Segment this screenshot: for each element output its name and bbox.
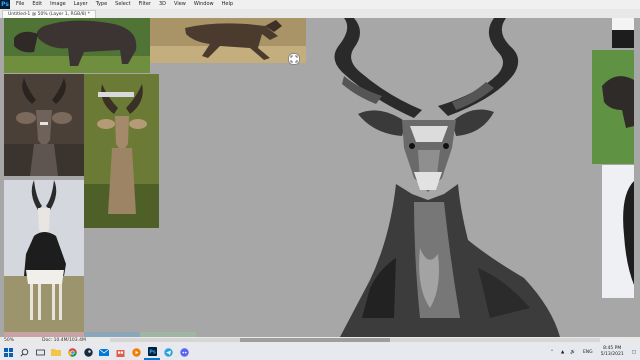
menu-bar: Ps File Edit Image Layer Type Select Fil… [0, 0, 640, 9]
notifications-icon[interactable]: □ [632, 350, 636, 355]
horizontal-scrollbar[interactable] [110, 338, 600, 342]
reference-photo-blackbuck[interactable] [4, 180, 84, 332]
menu-edit[interactable]: Edit [28, 0, 46, 9]
tray-overflow-icon[interactable]: ⌃ [550, 350, 554, 355]
task-view-icon[interactable] [32, 344, 48, 360]
kudu-standing-image [84, 74, 159, 228]
zoom-level[interactable]: 50% [4, 338, 14, 343]
reference-photo-kudu-portrait[interactable] [4, 74, 84, 176]
clock-date: 5/13/2021 [600, 352, 624, 357]
media-icon[interactable] [128, 344, 144, 360]
right-white-animal-image [602, 165, 634, 298]
svg-text:Ps: Ps [149, 349, 156, 355]
clock[interactable]: 8:45 PM 5/13/2021 [601, 346, 624, 358]
photoshop-logo: Ps [0, 0, 10, 9]
reference-photo-buffalo[interactable] [4, 18, 150, 73]
search-icon[interactable] [16, 344, 32, 360]
menu-window[interactable]: Window [190, 0, 218, 9]
menu-3d[interactable]: 3D [155, 0, 170, 9]
kudu-sketch [334, 18, 560, 337]
blackbuck-image [4, 180, 84, 332]
menu-help[interactable]: Help [218, 0, 237, 9]
windows-logo-icon[interactable] [0, 344, 16, 360]
system-tray: ⌃ ▲ 🔊 ENG 8:45 PM 5/13/2021 □ [546, 344, 640, 360]
steam-icon[interactable] [80, 344, 96, 360]
photo-caption-tag [98, 92, 134, 97]
buffalo-image [4, 18, 150, 73]
reference-photo-right-green[interactable] [592, 50, 634, 164]
reference-photo-right-white[interactable] [602, 165, 634, 298]
network-icon[interactable]: ▲ [561, 350, 564, 355]
file-explorer-icon[interactable] [48, 344, 64, 360]
menu-type[interactable]: Type [92, 0, 111, 9]
fullscreen-icon [290, 55, 298, 63]
menu-layer[interactable]: Layer [70, 0, 92, 9]
running-antelope-image [150, 18, 306, 63]
document-size: Doc: 10.4M/103.4M [42, 338, 86, 343]
menu-image[interactable]: Image [46, 0, 70, 9]
taskbar: Ps ⌃ ▲ 🔊 ENG 8:45 PM 5/13/2021 □ [0, 344, 640, 360]
canvas[interactable] [0, 18, 640, 337]
kudu-portrait-image [4, 74, 84, 176]
menu-view[interactable]: View [170, 0, 190, 9]
menu-select[interactable]: Select [111, 0, 134, 9]
reference-photo-running-antelope[interactable] [150, 18, 306, 63]
menu-file[interactable]: File [12, 0, 28, 9]
telegram-icon[interactable] [160, 344, 176, 360]
chrome-icon[interactable] [64, 344, 80, 360]
right-green-animal-image [592, 50, 634, 164]
horizontal-scroll-thumb[interactable] [240, 338, 390, 342]
photoshop-icon[interactable]: Ps [144, 344, 160, 360]
reference-photo-kudu-standing[interactable] [84, 74, 159, 228]
document-tab[interactable]: Untitled-1 @ 50% (Layer 1, RGB/8) * [2, 10, 97, 18]
language-indicator[interactable]: ENG [583, 350, 593, 355]
store-icon[interactable] [112, 344, 128, 360]
discord-icon[interactable] [176, 344, 192, 360]
status-bar: 50% Doc: 10.4M/103.4M [0, 337, 640, 344]
mail-icon[interactable] [96, 344, 112, 360]
volume-icon[interactable]: 🔊 [570, 350, 576, 355]
zoom-reset-button[interactable] [288, 53, 300, 65]
reference-photo-right-top[interactable] [612, 18, 634, 48]
menu-filter[interactable]: Filter [135, 0, 155, 9]
